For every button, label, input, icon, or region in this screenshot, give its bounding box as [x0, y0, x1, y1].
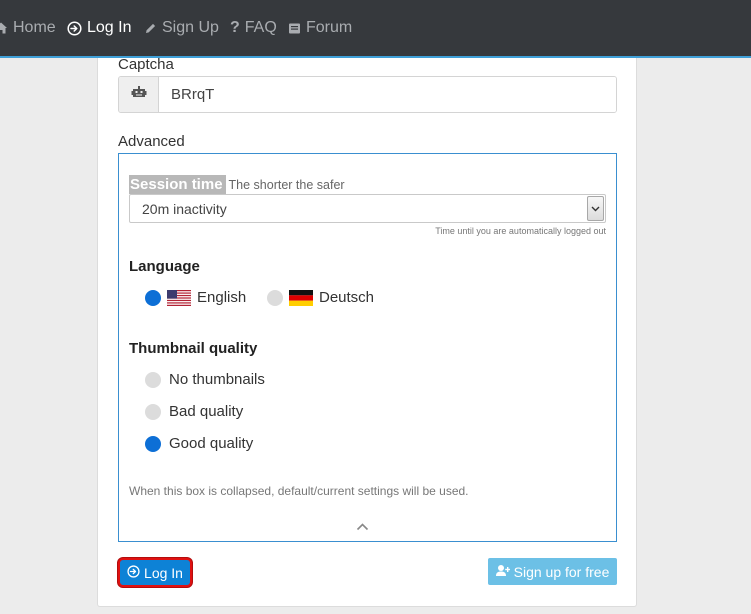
nav-home-label: Home	[13, 19, 56, 36]
captcha-group	[118, 76, 617, 113]
top-navbar: Home Log In Sign Up ? FAQ Forum	[0, 0, 751, 58]
login-icon	[67, 20, 82, 36]
forum-icon	[288, 22, 301, 35]
captcha-label: Captcha	[118, 56, 174, 73]
captcha-addon	[119, 77, 159, 112]
thumbnail-label-good: Good quality	[169, 435, 254, 452]
add-user-icon	[495, 564, 510, 580]
session-time-help: Time until you are automatically logged …	[435, 226, 606, 236]
language-heading: Language	[129, 258, 200, 275]
nav-forum[interactable]: Forum	[288, 16, 352, 40]
radio-bad-quality[interactable]	[145, 403, 161, 420]
nav-faq[interactable]: ? FAQ	[230, 16, 277, 40]
captcha-input[interactable]	[159, 77, 616, 112]
advanced-panel: Session time The shorter the safer 20m i…	[118, 153, 617, 542]
session-time-select[interactable]: 20m inactivity	[129, 194, 606, 223]
de-flag-icon	[289, 289, 313, 306]
nav-login[interactable]: Log In	[67, 16, 131, 40]
pencil-icon	[144, 22, 157, 35]
session-time-heading: Session time The shorter the safer	[129, 175, 345, 194]
language-label-deutsch: Deutsch	[319, 289, 375, 306]
question-icon: ?	[230, 19, 240, 36]
robot-icon	[131, 85, 147, 104]
thumbnail-quality-heading: Thumbnail quality	[129, 340, 258, 357]
signup-button[interactable]: Sign up for free	[488, 558, 617, 585]
language-label-english: English	[197, 289, 247, 306]
session-time-value: 20m inactivity	[142, 200, 227, 217]
chevron-up-icon[interactable]	[354, 520, 370, 534]
login-icon	[127, 564, 140, 581]
nav-signup[interactable]: Sign Up	[144, 16, 219, 40]
login-button[interactable]: Log In	[118, 558, 192, 587]
thumbnail-option-bad[interactable]: Bad quality	[145, 403, 243, 420]
nav-login-label: Log In	[87, 19, 132, 36]
login-button-label: Log In	[144, 564, 183, 581]
advanced-label: Advanced	[118, 133, 185, 150]
nav-home[interactable]: Home	[0, 16, 56, 40]
nav-forum-label: Forum	[306, 19, 353, 36]
signup-button-label: Sign up for free	[513, 563, 610, 580]
thumbnail-option-good[interactable]: Good quality	[145, 435, 253, 452]
thumbnail-label-bad: Bad quality	[169, 403, 244, 420]
language-option-deutsch[interactable]: Deutsch	[267, 289, 374, 306]
session-time-title: Session time	[129, 175, 226, 194]
session-time-hint: The shorter the safer	[228, 178, 345, 192]
chevron-down-icon[interactable]	[587, 196, 604, 221]
nav-faq-label: FAQ	[244, 19, 277, 36]
radio-deutsch[interactable]	[267, 289, 283, 306]
nav-signup-label: Sign Up	[162, 19, 219, 36]
language-option-english[interactable]: English	[145, 289, 246, 306]
radio-no-thumbnails[interactable]	[145, 371, 161, 388]
thumbnail-option-none[interactable]: No thumbnails	[145, 371, 265, 388]
home-icon	[0, 21, 8, 35]
radio-good-quality[interactable]	[145, 435, 161, 452]
us-flag-icon	[167, 289, 191, 306]
radio-english[interactable]	[145, 289, 161, 306]
thumbnail-label-none: No thumbnails	[169, 371, 265, 388]
collapse-note: When this box is collapsed, default/curr…	[129, 484, 469, 498]
login-card: Captcha Advanced Session time The shorte…	[97, 56, 637, 607]
